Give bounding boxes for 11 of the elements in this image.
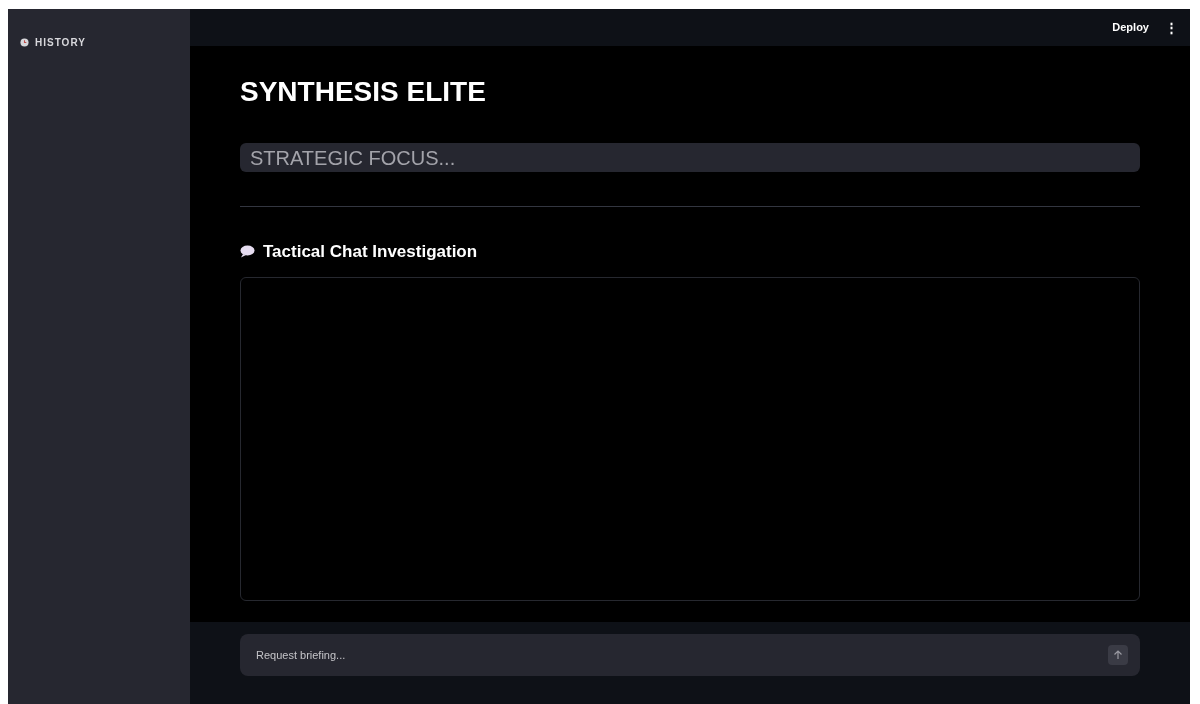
arrow-up-icon (1113, 650, 1123, 660)
section-heading: Tactical Chat Investigation (263, 241, 478, 263)
focus-field[interactable]: STRATEGIC FOCUS... (240, 143, 1140, 172)
deploy-button[interactable]: Deploy (1112, 19, 1149, 36)
page-title: SYNTHESIS ELITE (240, 75, 487, 109)
send-button[interactable] (1108, 645, 1128, 665)
chat-input[interactable]: Request briefing... (240, 634, 1140, 676)
speech-bubble-icon (240, 245, 255, 259)
clock-icon (20, 38, 29, 47)
menu-button[interactable]: ⋮ (1161, 17, 1182, 38)
history-button[interactable]: HISTORY (20, 35, 86, 50)
